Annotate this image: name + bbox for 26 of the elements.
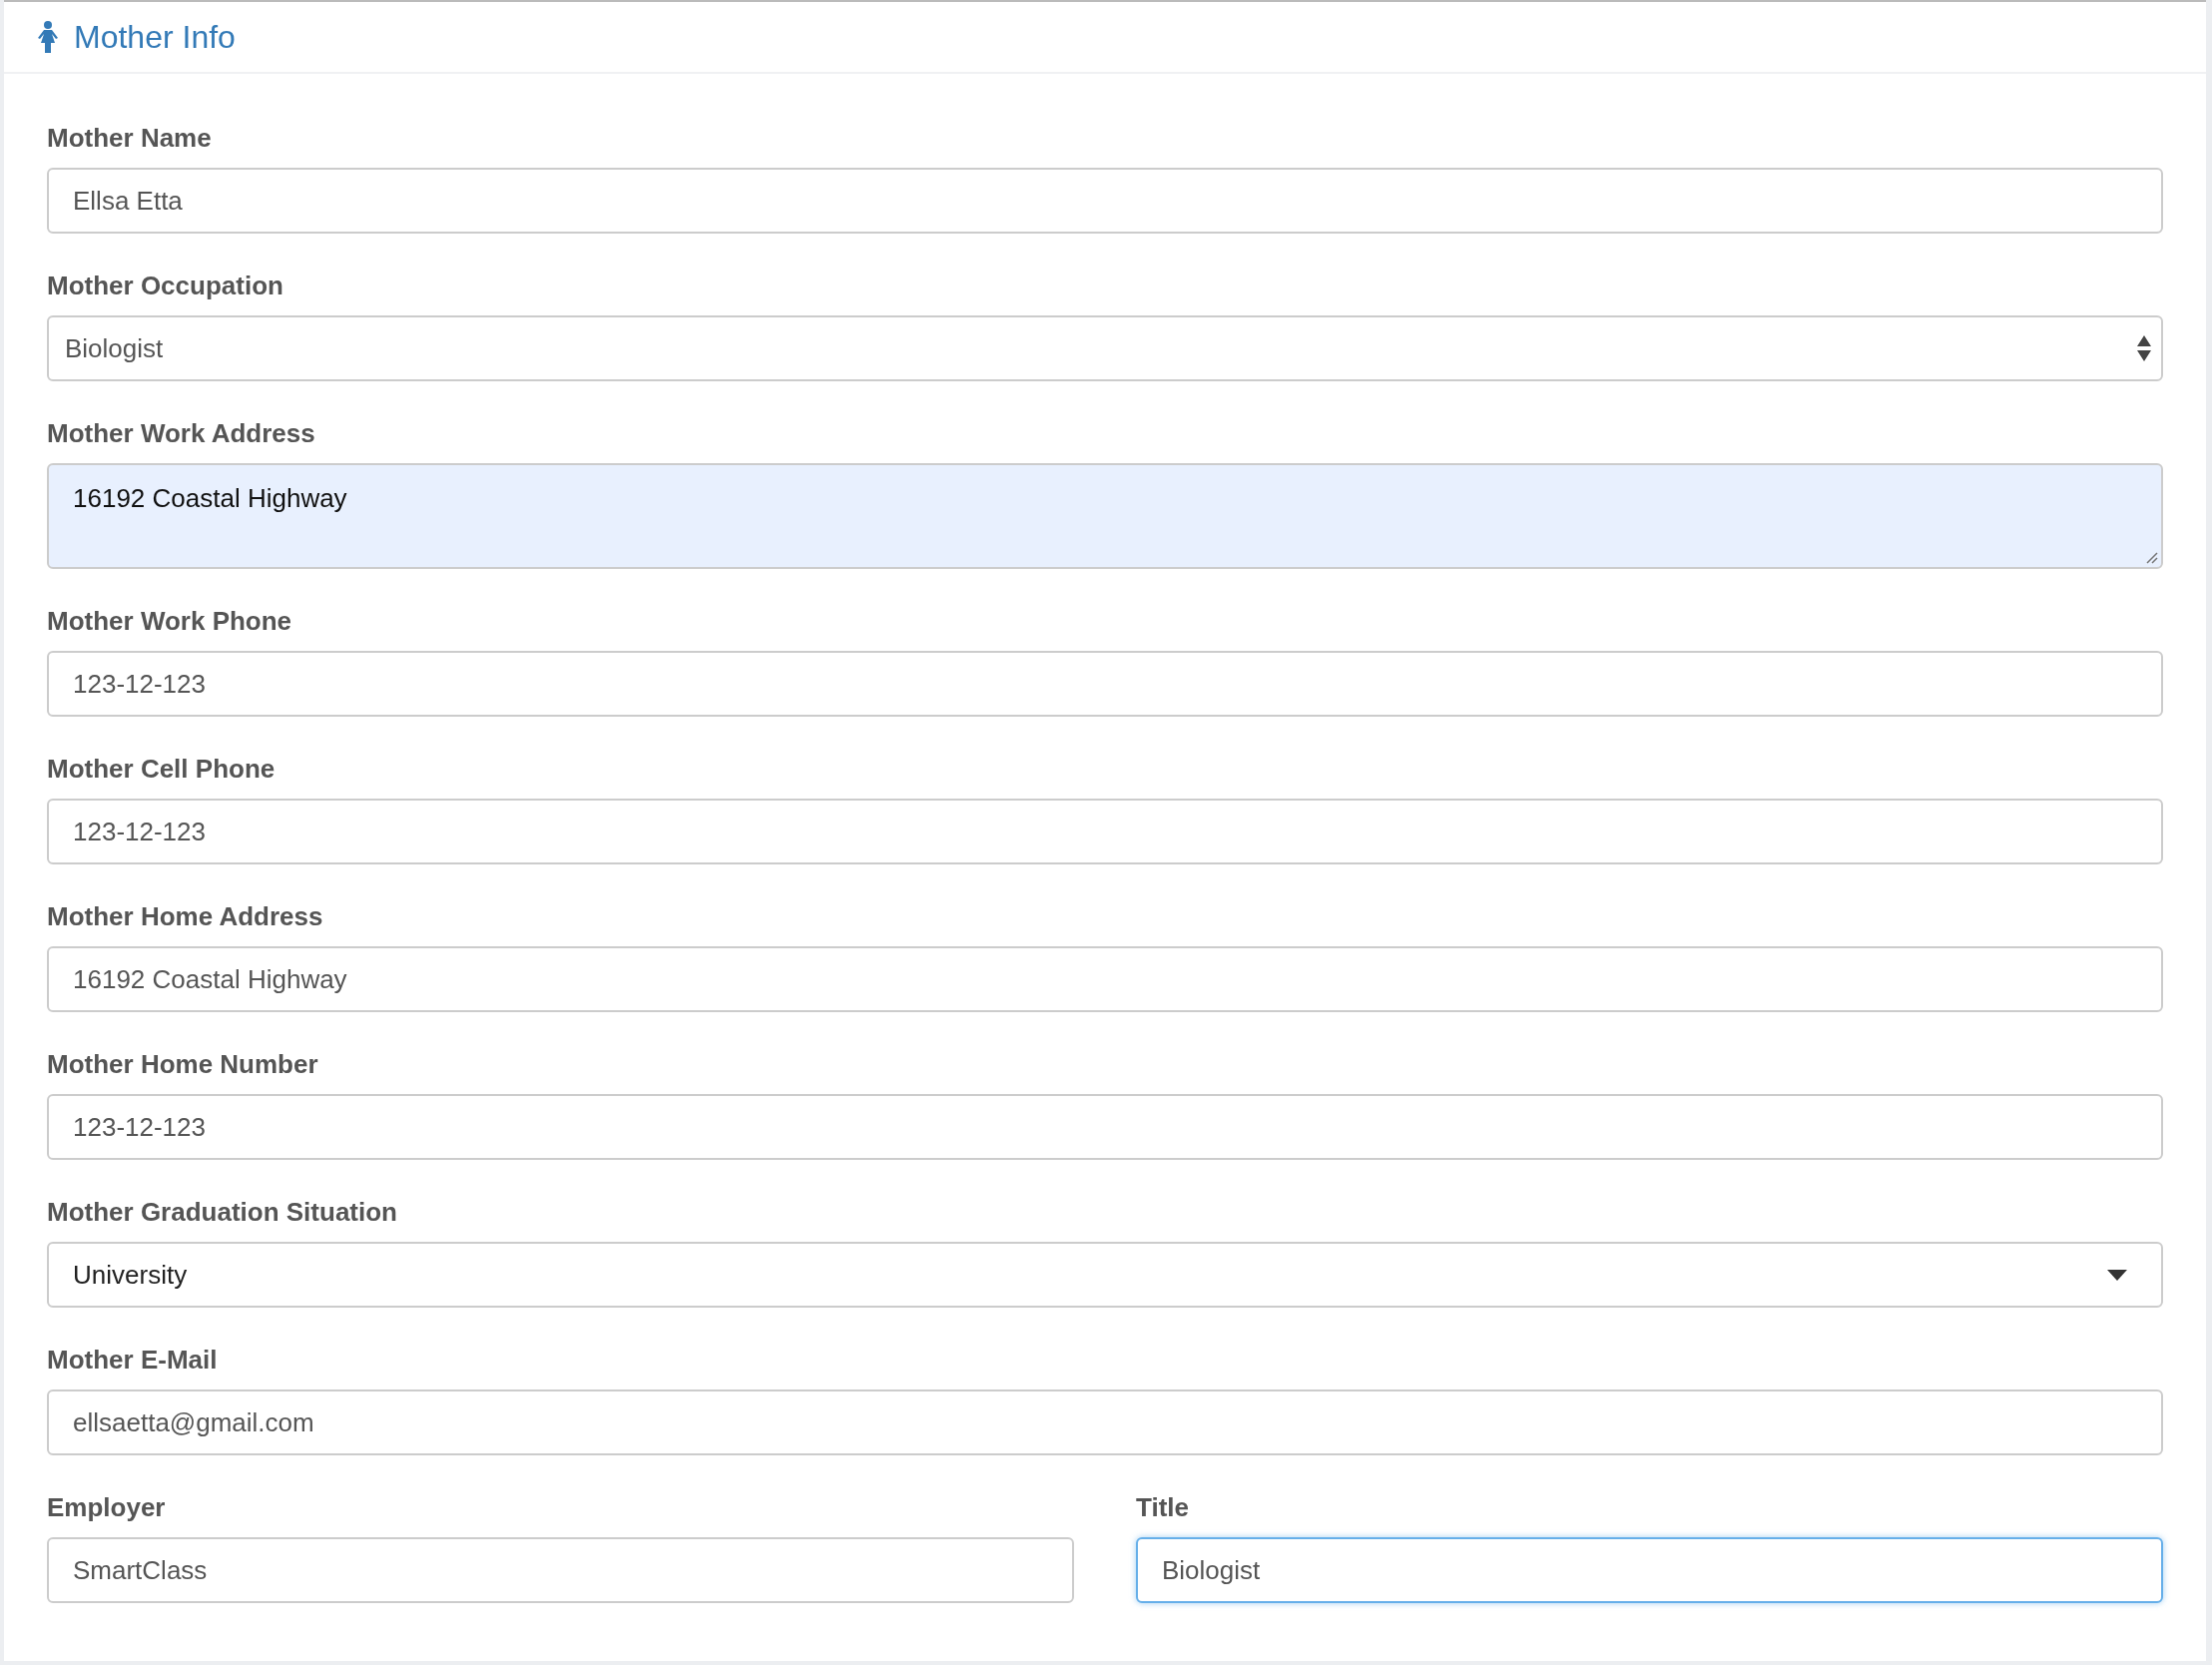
field-label: Mother Home Number	[47, 1048, 319, 1081]
woman-icon	[36, 21, 60, 53]
textarea-field[interactable]: 16192 Coastal Highway	[47, 463, 2163, 569]
field-label: Mother Work Phone	[47, 605, 293, 638]
input-field[interactable]: 123-12-123	[47, 799, 2163, 864]
input-field[interactable]: ellsaetta@gmail.com	[47, 1389, 2163, 1455]
field-label: Mother Graduation Situation	[47, 1196, 398, 1229]
field-label: Mother Cell Phone	[47, 753, 276, 786]
field-label: Title	[1136, 1491, 1190, 1524]
input-field[interactable]: SmartClass	[47, 1537, 1074, 1603]
input-field[interactable]: Ellsa Etta	[47, 168, 2163, 234]
input-field[interactable]: 123-12-123	[47, 1094, 2163, 1160]
caret-down-icon	[2107, 1269, 2127, 1281]
input-field[interactable]: 16192 Coastal Highway	[47, 946, 2163, 1012]
field-label: Mother Name	[47, 122, 213, 155]
field-label: Mother Work Address	[47, 417, 316, 450]
field-label: Mother E-Mail	[47, 1344, 219, 1377]
panel-title: Mother Info	[74, 18, 236, 57]
input-field[interactable]: 123-12-123	[47, 651, 2163, 717]
field-label: Mother Occupation	[47, 270, 284, 302]
input-field[interactable]: Biologist	[1136, 1537, 2163, 1603]
dropdown-field[interactable]: University	[47, 1242, 2163, 1308]
select-field[interactable]: Biologist	[47, 315, 2163, 381]
up-down-arrows-icon	[2137, 335, 2151, 361]
field-label: Employer	[47, 1491, 167, 1524]
field-label: Mother Home Address	[47, 900, 324, 933]
